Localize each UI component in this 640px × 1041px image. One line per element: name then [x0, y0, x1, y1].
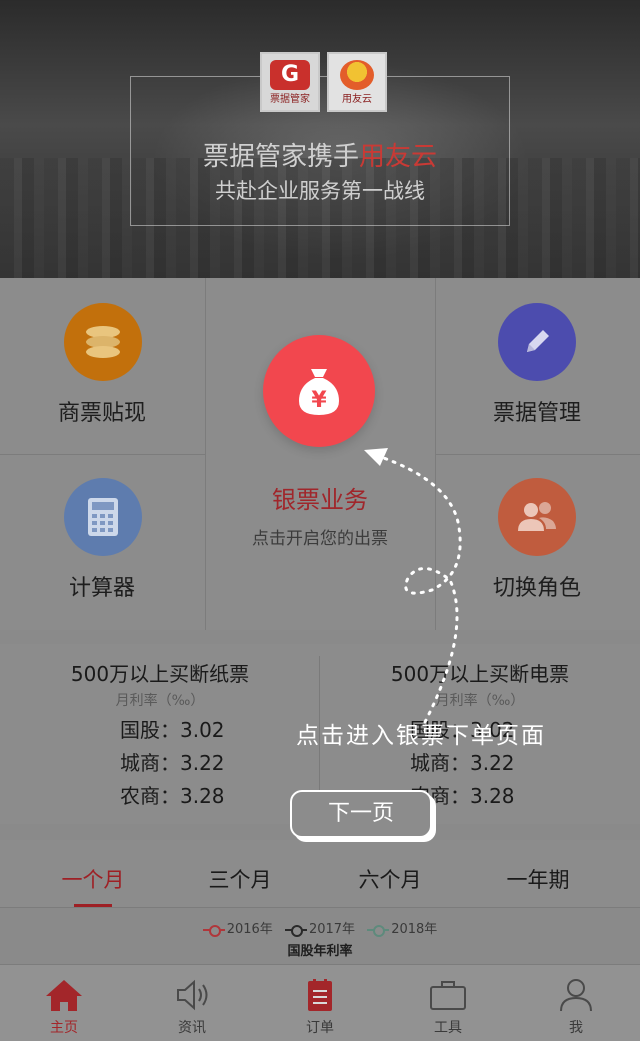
yonyou-logo-caption: 用友云	[342, 94, 372, 105]
piaoju-guanjia-logo-caption: 票据管家	[270, 94, 310, 105]
legend-marker-icon	[284, 924, 307, 937]
paper-rate-chengshang: 城商：3.22	[120, 751, 225, 775]
order-list-icon	[308, 979, 332, 1011]
grid-divider	[0, 454, 205, 455]
bank-bill-button[interactable]: ¥	[263, 335, 375, 447]
grid-divider	[205, 278, 206, 630]
legend-label-2016: 2016年	[226, 922, 273, 937]
banner-title: 票据管家携手用友云	[0, 136, 640, 173]
nav-tools-label: 工具	[434, 1020, 462, 1036]
active-tab-underline	[74, 904, 112, 907]
svg-text:¥: ¥	[311, 388, 327, 413]
banner-title-highlight: 用友云	[359, 142, 438, 172]
tile-calculator-label: 计算器	[68, 576, 135, 601]
bottom-nav: 主页 资讯 订单 工具 我	[0, 964, 640, 1041]
legend-item-2018[interactable]: 2018年	[367, 918, 437, 937]
yonyou-logo-mark	[340, 60, 374, 90]
speaker-icon	[177, 979, 208, 1011]
electronic-rate-chengshang: 城商：3.22	[410, 751, 515, 775]
nav-news[interactable]: 资讯	[128, 965, 256, 1041]
chart-legend: 2016年 2017年 2018年	[0, 918, 640, 937]
legend-marker-icon	[367, 924, 390, 937]
nav-news-label: 资讯	[178, 1020, 206, 1036]
tab-one-year[interactable]: 一年期	[478, 864, 598, 894]
nav-orders-label: 订单	[306, 1020, 334, 1036]
piaoju-guanjia-logo-mark: G	[270, 60, 310, 90]
next-page-button[interactable]: 下一页	[290, 790, 432, 838]
paper-bill-rate-unit: 月利率（‰）	[115, 693, 205, 709]
home-icon	[46, 980, 82, 1011]
nav-me[interactable]: 我	[512, 965, 640, 1041]
tab-six-months[interactable]: 六个月	[330, 864, 450, 894]
tile-bill-manage-label: 票据管理	[492, 401, 581, 426]
period-tabs: 一个月 三个月 六个月 一年期	[0, 840, 640, 908]
chart-title: 国股年利率	[287, 944, 353, 959]
piaoju-guanjia-logo: G 票据管家	[260, 52, 320, 112]
briefcase-icon	[430, 981, 466, 1010]
legend-marker-icon	[202, 924, 225, 937]
legend-item-2016[interactable]: 2016年	[202, 918, 273, 937]
paper-rate-guogu: 国股：3.02	[120, 718, 225, 742]
legend-label-2017: 2017年	[308, 922, 356, 937]
calculator-icon	[64, 478, 142, 556]
banner-title-main: 票据管家携手	[202, 142, 359, 172]
users-icon	[498, 478, 576, 556]
nav-home-label: 主页	[50, 1020, 78, 1036]
top-banner[interactable]: G 票据管家 用友云 票据管家携手用友云 共赴企业服务第一战线	[0, 0, 640, 278]
pencil-icon	[498, 303, 576, 381]
guide-hint-text: 点击进入银票下单页面	[296, 723, 546, 749]
nav-home[interactable]: 主页	[0, 965, 128, 1041]
nav-tools[interactable]: 工具	[384, 965, 512, 1041]
guide-arrow-icon	[364, 448, 462, 724]
coins-icon	[64, 303, 142, 381]
nav-orders[interactable]: 订单	[256, 965, 384, 1041]
paper-rate-nongshang: 农商：3.28	[120, 784, 225, 808]
tab-three-months[interactable]: 三个月	[180, 864, 300, 894]
legend-item-2017[interactable]: 2017年	[284, 918, 356, 937]
tile-discount-label: 商票贴现	[57, 401, 146, 426]
banner-subtitle: 共赴企业服务第一战线	[215, 179, 425, 203]
yonyou-cloud-logo: 用友云	[327, 52, 387, 112]
user-icon	[560, 979, 592, 1012]
money-bag-icon: ¥	[299, 369, 339, 415]
nav-me-label: 我	[569, 1020, 583, 1036]
legend-label-2018: 2018年	[391, 922, 438, 937]
paper-bill-title: 500万以上买断纸票	[70, 662, 250, 686]
tab-one-month[interactable]: 一个月	[33, 864, 153, 894]
